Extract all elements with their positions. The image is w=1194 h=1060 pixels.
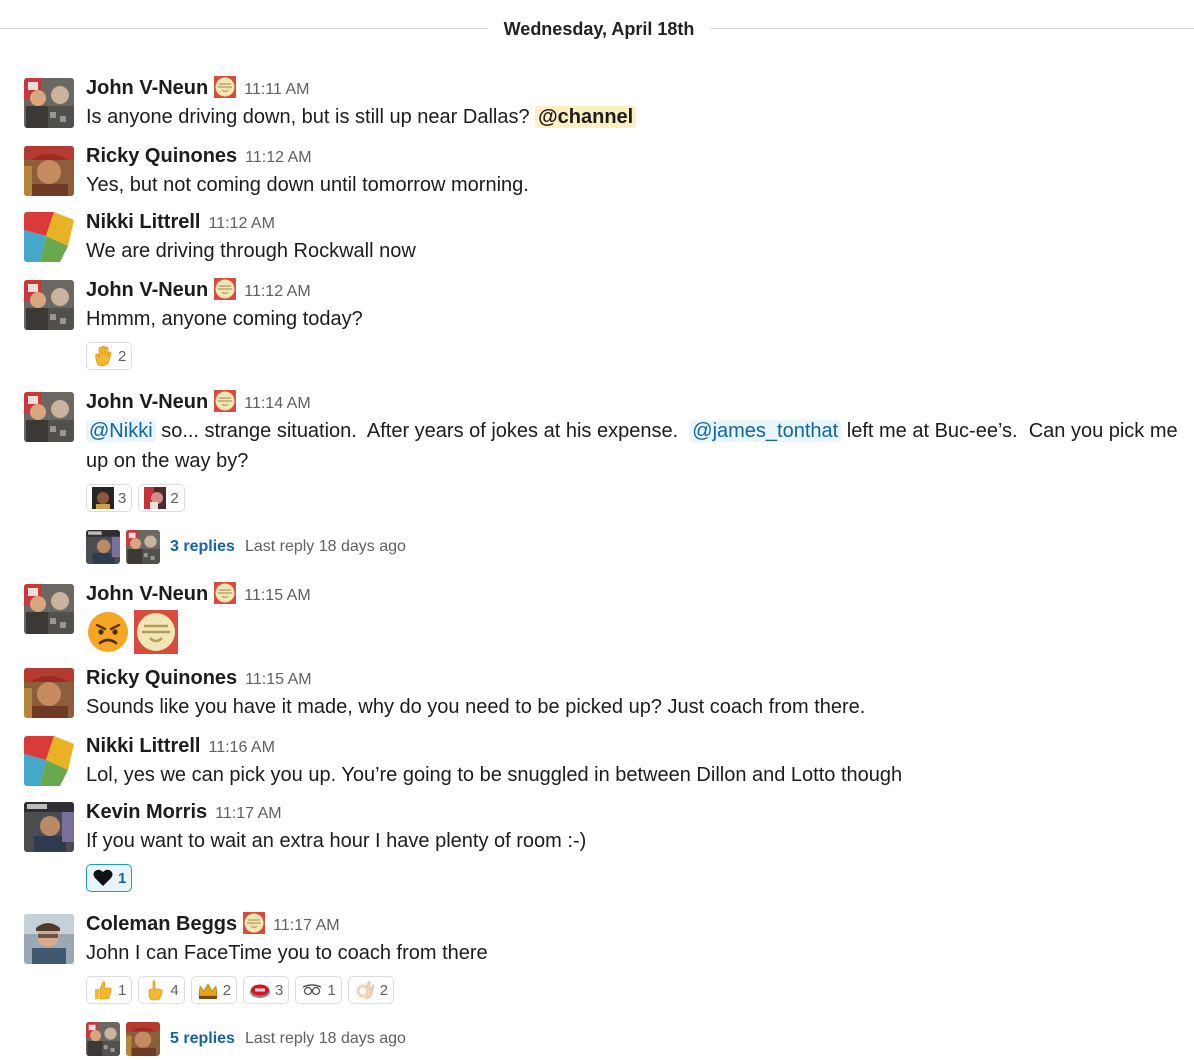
date-divider: Wednesday, April 18th [488,17,710,41]
reaction-pill[interactable]: 2 [86,342,133,370]
status-emoji-icon [214,390,236,412]
reaction-pill[interactable]: 3 [86,484,133,512]
ok-hand-icon [356,981,375,1000]
message-text: John I can FaceTime you to coach from th… [86,942,488,964]
timestamp[interactable]: 11:11 AM [244,81,309,98]
red-face-avatar-icon [144,487,167,509]
message-text: @Nikki so... strange situation. After ye… [86,416,1184,476]
avatar[interactable] [24,392,74,442]
thread-replies-link[interactable]: 3 replies [170,538,235,556]
message-text: If you want to wait an extra hour I have… [86,830,587,852]
reaction-count: 2 [170,489,179,507]
status-emoji-icon [214,278,236,300]
avatar [86,1022,120,1056]
reaction-pill[interactable]: 4 [138,976,185,1004]
avatar [126,1022,160,1056]
sender-name[interactable]: Nikki Littrell [86,735,200,757]
avatar[interactable] [24,78,74,128]
status-emoji-icon [214,582,236,604]
user-mention[interactable]: @james_tonthat [689,420,842,442]
reaction-count: 1 [118,981,127,999]
avatar[interactable] [24,802,74,852]
timestamp[interactable]: 11:12 AM [244,283,310,300]
avatar[interactable] [24,146,74,196]
reaction-pill[interactable]: 3 [243,976,290,1004]
timestamp[interactable]: 11:14 AM [244,395,310,412]
avatar[interactable] [24,736,74,786]
reaction-pill[interactable]: 2 [347,976,395,1004]
reaction-count: 1 [327,981,336,999]
channel-mention[interactable]: @channel [535,106,637,128]
black-heart-icon [93,869,113,886]
timestamp[interactable]: 11:15 AM [244,587,310,604]
sender-name[interactable]: John V-Neun [86,391,208,413]
sender-name[interactable]: Coleman Beggs [86,913,237,935]
sender-name[interactable]: Kevin Morris [86,801,207,823]
message-text: Yes, but not coming down until tomorrow … [86,174,529,196]
timestamp[interactable]: 11:15 AM [245,671,311,688]
avatar[interactable] [24,584,74,634]
custom-stamp-icon [134,610,178,654]
reaction-count: 2 [379,981,389,999]
thread-last-reply: Last reply 18 days ago [244,538,406,555]
reaction-pill[interactable]: 1 [86,864,133,892]
reaction-count: 1 [118,869,127,887]
reaction-count: 3 [118,489,127,507]
reaction-pill[interactable]: 1 [86,976,133,1004]
thread-summary[interactable]: 5 replies Last reply 18 days ago [86,1022,1184,1056]
sender-name[interactable]: John V-Neun [86,583,208,605]
user-mention[interactable]: @Nikki [86,420,156,442]
pointing-up-icon [149,980,163,1001]
thread-summary[interactable]: 3 replies Last reply 18 days ago [86,530,1184,564]
avatar[interactable] [24,212,74,262]
avatar[interactable] [24,914,74,964]
crown-icon [198,983,218,999]
reactions-bar: 1 4 2 3 1 2 [86,976,1184,1006]
sender-name[interactable]: Ricky Quinones [86,667,237,689]
thumbs-up-icon [95,981,112,1000]
reactions-bar: 2 [86,342,1184,372]
reaction-count: 3 [275,981,284,999]
avatar[interactable] [24,668,74,718]
message-text: We are driving through Rockwall now [86,240,416,262]
timestamp[interactable]: 11:12 AM [245,149,311,166]
glasses-icon [303,984,322,996]
face-avatar-icon [92,487,114,509]
timestamp[interactable]: 11:16 AM [208,739,274,756]
jumbo-emoji-row [86,608,1184,659]
timestamp[interactable]: 11:17 AM [215,805,281,822]
reactions-bar: 3 2 [86,484,1184,514]
avatar [86,530,120,564]
message-text-part: so... strange situation. After years of … [155,420,690,442]
reaction-count: 2 [118,347,127,365]
thread-last-reply: Last reply 18 days ago [244,1030,406,1047]
thread-replies-link[interactable]: 5 replies [170,1030,235,1048]
raised-hand-icon [95,345,112,367]
timestamp[interactable]: 11:12 AM [208,215,274,232]
sender-name[interactable]: Ricky Quinones [86,145,237,167]
sender-name[interactable]: Nikki Littrell [86,211,200,233]
message-text: Sounds like you have it made, why do you… [86,696,866,718]
easy-button-icon [250,984,271,998]
reaction-count: 2 [222,981,232,999]
reaction-pill[interactable]: 1 [295,976,342,1004]
reactions-bar: 1 [86,864,1184,894]
reaction-pill[interactable]: 2 [138,484,185,512]
status-emoji-icon [214,76,236,98]
reaction-pill[interactable]: 2 [190,976,238,1004]
message-text: Hmmm, anyone coming today? [86,308,363,330]
sender-name[interactable]: John V-Neun [86,77,208,99]
reaction-count: 4 [170,981,179,999]
avatar[interactable] [24,280,74,330]
sender-name[interactable]: John V-Neun [86,279,208,301]
message-text: Is anyone driving down, but is still up … [86,106,530,128]
status-emoji-icon [243,912,265,934]
message-text: Lol, yes we can pick you up. You’re goin… [86,764,903,786]
avatar [126,530,160,564]
timestamp[interactable]: 11:17 AM [273,917,339,934]
angry-face-icon [88,612,128,652]
